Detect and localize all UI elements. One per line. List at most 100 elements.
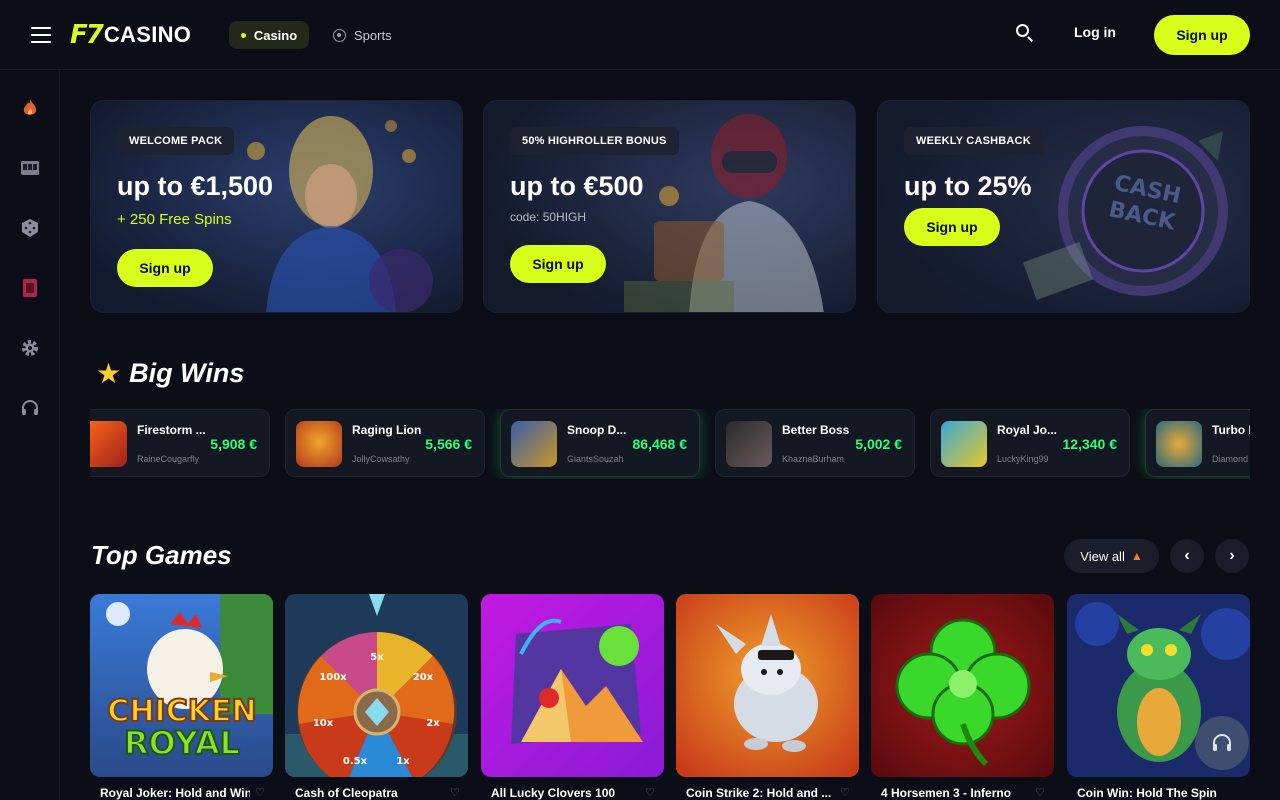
win-username: LuckyKing99 <box>997 454 1049 464</box>
sports-ball-icon <box>333 28 346 42</box>
game-card[interactable] <box>481 594 664 777</box>
promo-signup-button[interactable]: Sign up <box>510 245 606 283</box>
big-win-card[interactable]: Turbo D Diamond <box>1145 409 1250 477</box>
promo-card-highroller[interactable]: 50% HIGHROLLER BONUS up to €500 code: 50… <box>483 100 856 313</box>
promo-tag: WELCOME PACK <box>117 127 235 155</box>
favorite-heart-icon[interactable]: ♡ <box>255 786 265 799</box>
view-all-label: View all <box>1080 548 1125 564</box>
game-thumbnail <box>511 421 557 467</box>
game-thumbnail <box>90 421 127 467</box>
win-game-name: Turbo D <box>1212 423 1250 437</box>
cards-icon[interactable] <box>20 278 40 298</box>
win-username: GiantsSouzah <box>567 454 624 464</box>
star-icon: ★ <box>96 357 122 389</box>
logo[interactable]: F7 CASINO <box>70 20 191 50</box>
signup-button[interactable]: Sign up <box>1154 15 1250 55</box>
promo-card-cashback[interactable]: CASH BACK WEEKLY CASHBACK up to 25% Sign… <box>877 100 1250 313</box>
win-username: KhaznaBurham <box>782 454 845 464</box>
dice-icon[interactable] <box>20 218 40 238</box>
wheel-label: 10x <box>313 718 334 729</box>
next-arrow-button[interactable]: › <box>1215 539 1249 573</box>
tab-casino-label: Casino <box>253 27 298 43</box>
win-amount: 5,566 € <box>425 436 472 452</box>
win-username: Diamond <box>1212 454 1249 464</box>
favorite-heart-icon[interactable]: ♡ <box>645 786 655 799</box>
game-thumbnail <box>726 421 772 467</box>
wheel-label: 0.5x <box>343 756 368 767</box>
game-title: Royal Joker: Hold and Win <box>100 786 250 800</box>
promo-card-welcome[interactable]: WELCOME PACK up to €1,500 + 250 Free Spi… <box>90 100 463 313</box>
big-win-card[interactable]: Better Boss KhaznaBurham 5,002 € <box>715 409 915 477</box>
win-game-name: Royal Jo... <box>997 423 1058 437</box>
game-art <box>676 594 859 777</box>
slot-machine-icon[interactable] <box>20 158 40 178</box>
game-art: CHICKEN ROYAL <box>90 594 273 777</box>
prev-arrow-button[interactable]: ‹ <box>1170 539 1204 573</box>
flame-icon[interactable] <box>20 98 40 118</box>
favorite-heart-icon[interactable]: ♡ <box>840 786 850 799</box>
game-thumbnail <box>1156 421 1202 467</box>
menu-icon[interactable] <box>31 27 51 43</box>
win-amount: 5,908 € <box>210 436 257 452</box>
top-header: F7 CASINO Casino Sports Log in Sign up <box>0 0 1280 70</box>
logo-text: CASINO <box>103 22 192 47</box>
promo-tag: 50% HIGHROLLER BONUS <box>510 127 679 155</box>
wheel-label: 2x <box>426 718 440 729</box>
game-card[interactable] <box>676 594 859 777</box>
headset-icon[interactable] <box>20 398 40 418</box>
view-all-button[interactable]: View all ▲ <box>1064 539 1159 573</box>
game-title: 4 Horsemen 3 - Inferno <box>881 786 1012 800</box>
promo-headline: up to 25% <box>904 171 1032 201</box>
tab-casino[interactable]: Casino <box>229 21 309 49</box>
headset-icon <box>1213 734 1231 751</box>
tab-sports-label: Sports <box>354 27 392 43</box>
win-game-name: Firestorm ... <box>137 423 206 437</box>
game-title: All Lucky Clovers 100 <box>491 786 616 800</box>
promo-tag: WEEKLY CASHBACK <box>904 127 1043 155</box>
wheel-label: 1x <box>396 756 410 767</box>
wheel-label: 20x <box>413 672 434 683</box>
game-title: Cash of Cleopatra <box>295 786 398 800</box>
support-chat-button[interactable] <box>1195 716 1249 770</box>
flame-icon: ▲ <box>1130 549 1143 563</box>
logo-mark: F7 <box>70 20 104 50</box>
gear-icon[interactable] <box>20 338 40 358</box>
game-art <box>481 594 664 777</box>
wheel-label: 5x <box>370 652 384 663</box>
promo-subtext: + 250 Free Spins <box>117 211 232 228</box>
top-games-title: Top Games <box>91 540 232 570</box>
sidebar <box>0 70 60 800</box>
promo-headline: up to €500 <box>510 171 644 201</box>
wheel-label: 100x <box>319 672 347 683</box>
big-win-card[interactable]: Raging Lion JollyCowsathy 5,566 € <box>285 409 485 477</box>
game-logo-text: ROYAL <box>124 724 240 762</box>
tab-sports[interactable]: Sports <box>333 21 392 49</box>
win-username: JollyCowsathy <box>352 454 410 464</box>
game-card[interactable] <box>871 594 1054 777</box>
win-game-name: Raging Lion <box>352 423 422 437</box>
login-button[interactable]: Log in <box>1062 24 1128 40</box>
win-game-name: Better Boss <box>782 423 850 437</box>
favorite-heart-icon[interactable]: ♡ <box>450 786 460 799</box>
win-amount: 5,002 € <box>855 436 902 452</box>
promo-code: code: 50HIGH <box>510 210 587 224</box>
promo-signup-button[interactable]: Sign up <box>904 208 1000 246</box>
win-game-name: Snoop D... <box>567 423 627 437</box>
big-wins-heading: ★ Big Wins <box>96 355 244 391</box>
promo-signup-button[interactable]: Sign up <box>117 249 213 287</box>
game-art <box>871 594 1054 777</box>
win-amount: 86,468 € <box>632 436 688 452</box>
favorite-heart-icon[interactable]: ♡ <box>1035 786 1045 799</box>
game-thumbnail <box>941 421 987 467</box>
win-amount: 12,340 € <box>1062 436 1118 452</box>
game-thumbnail <box>296 421 342 467</box>
game-card[interactable]: 5x 20x 2x 1x 0.5x 10x 100x <box>285 594 468 777</box>
big-win-card[interactable]: Firestorm ... RaineCougarfly 5,908 € <box>90 409 270 477</box>
big-wins-strip[interactable]: Firestorm ... RaineCougarfly 5,908 € Rag… <box>90 409 1250 479</box>
big-win-card[interactable]: Snoop D... GiantsSouzah 86,468 € <box>500 409 700 477</box>
game-title: Coin Strike 2: Hold and ... <box>686 786 832 800</box>
big-win-card[interactable]: Royal Jo... LuckyKing99 12,340 € <box>930 409 1130 477</box>
search-icon[interactable] <box>1014 22 1036 44</box>
game-card[interactable]: CHICKEN ROYAL <box>90 594 273 777</box>
promo-headline: up to €1,500 <box>117 171 274 201</box>
